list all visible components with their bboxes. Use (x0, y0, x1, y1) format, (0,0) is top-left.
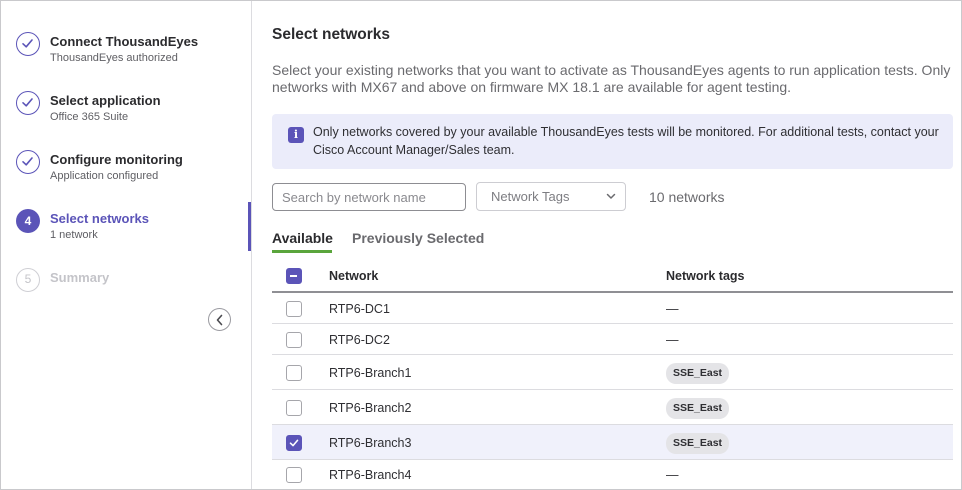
table-row[interactable]: RTP6-DC2 — (272, 324, 953, 355)
check-icon (289, 439, 299, 447)
row-checkbox[interactable] (286, 467, 302, 483)
network-tag-empty: — (666, 302, 679, 316)
tab-available[interactable]: Available (272, 230, 333, 246)
row-checkbox[interactable] (286, 332, 302, 348)
check-icon (16, 32, 40, 56)
step-subtitle: 1 network (50, 229, 98, 241)
network-name: RTP6-Branch3 (329, 436, 412, 450)
step-subtitle: Application configured (50, 170, 159, 182)
step-connect-thousandeyes[interactable]: Connect ThousandEyes ThousandEyes author… (16, 32, 248, 76)
column-header-network: Network (329, 269, 379, 283)
page-title: Select networks (272, 26, 391, 43)
step-subtitle: Office 365 Suite (50, 111, 129, 123)
column-header-network-tags: Network tags (666, 269, 745, 283)
main-content: Select networks Select your existing net… (272, 1, 953, 489)
active-tab-underline (272, 250, 332, 253)
network-name: RTP6-Branch2 (329, 401, 412, 415)
step-configure-monitoring[interactable]: Configure monitoring Application configu… (16, 150, 248, 194)
table-row[interactable]: RTP6-Branch4 — (272, 460, 953, 489)
network-count: 10 networks (649, 189, 725, 205)
step-title: Connect ThousandEyes (50, 34, 199, 49)
info-icon: i (288, 127, 304, 143)
page-description: Select your existing networks that you w… (272, 62, 951, 95)
network-name: RTP6-Branch4 (329, 468, 412, 482)
tab-previously-selected[interactable]: Previously Selected (352, 230, 484, 246)
wizard-sidebar: Connect ThousandEyes ThousandEyes author… (1, 1, 252, 489)
row-checkbox[interactable] (286, 400, 302, 416)
check-icon (16, 150, 40, 174)
select-all-checkbox[interactable] (286, 268, 302, 284)
info-banner: i Only networks covered by your availabl… (272, 114, 953, 169)
collapse-sidebar-button[interactable] (208, 308, 231, 331)
network-tags-select[interactable]: Network Tags (476, 182, 626, 211)
network-name: RTP6-DC1 (329, 302, 390, 316)
info-text: Only networks covered by your available … (313, 125, 939, 157)
row-checkbox[interactable] (286, 301, 302, 317)
step-number-badge: 5 (16, 268, 40, 292)
step-title: Select application (50, 93, 161, 108)
step-number-badge: 4 (16, 209, 40, 233)
app-frame: Connect ThousandEyes ThousandEyes author… (0, 0, 962, 490)
step-title: Configure monitoring (50, 152, 183, 167)
row-checkbox[interactable] (286, 435, 302, 451)
table-row[interactable]: RTP6-Branch2 SSE_East (272, 390, 953, 425)
network-tag-empty: — (666, 333, 679, 347)
table-row[interactable]: RTP6-Branch3 SSE_East (272, 425, 953, 460)
step-select-application[interactable]: Select application Office 365 Suite (16, 91, 248, 135)
chevron-down-icon (606, 193, 616, 199)
search-input[interactable] (272, 183, 466, 211)
network-tag-empty: — (666, 468, 679, 482)
table-row[interactable]: RTP6-DC1 — (272, 293, 953, 324)
check-icon (16, 91, 40, 115)
step-title: Select networks (50, 211, 149, 226)
network-name: RTP6-DC2 (329, 333, 390, 347)
network-tag-chip: SSE_East (666, 363, 730, 384)
active-step-indicator (248, 202, 251, 251)
step-subtitle: ThousandEyes authorized (50, 52, 178, 64)
table-row[interactable]: RTP6-Branch1 SSE_East (272, 355, 953, 390)
network-tag-chip: SSE_East (666, 433, 730, 454)
table-header: Network Network tags (272, 259, 953, 293)
network-name: RTP6-Branch1 (329, 366, 412, 380)
network-tag-chip: SSE_East (666, 398, 730, 419)
chevron-left-icon (216, 314, 223, 326)
step-title: Summary (50, 270, 110, 285)
indeterminate-icon (290, 275, 297, 277)
step-select-networks[interactable]: 4 Select networks 1 network (16, 209, 248, 253)
step-summary[interactable]: 5 Summary (16, 268, 248, 312)
row-checkbox[interactable] (286, 365, 302, 381)
network-tags-placeholder: Network Tags (491, 189, 570, 204)
